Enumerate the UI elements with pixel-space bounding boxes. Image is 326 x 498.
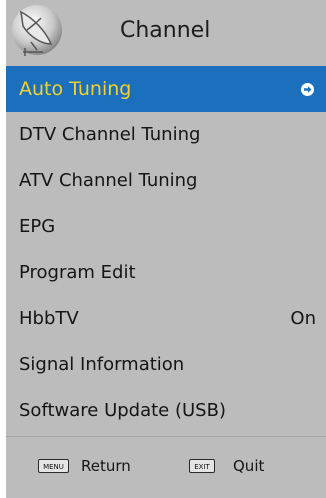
- menu-item-atv-channel-tuning[interactable]: ATV Channel Tuning: [6, 158, 326, 204]
- menu-footer: MENU Return EXIT Quit: [6, 437, 326, 498]
- satellite-dish-icon: [12, 5, 62, 56]
- quit-hint-label: Quit: [233, 457, 265, 475]
- menu-item-label: EPG: [19, 216, 56, 237]
- exit-key-icon: EXIT: [189, 459, 215, 473]
- menu-item-program-edit[interactable]: Program Edit: [6, 250, 326, 296]
- menu-item-label: HbbTV: [19, 308, 79, 329]
- menu-item-signal-information[interactable]: Signal Information: [6, 342, 326, 388]
- arrow-right-icon: [301, 83, 314, 96]
- menu-item-auto-tuning[interactable]: Auto Tuning: [6, 66, 326, 112]
- menu-item-label: Program Edit: [19, 262, 136, 283]
- menu-item-hbbtv[interactable]: HbbTV On: [6, 296, 326, 342]
- hbbtv-status-value: On: [290, 308, 316, 329]
- page-title: Channel: [120, 18, 211, 43]
- channel-menu-panel: Channel Auto Tuning DTV Channel Tuning A…: [6, 0, 326, 498]
- menu-item-label: Software Update (USB): [19, 400, 226, 421]
- menu-item-label: ATV Channel Tuning: [19, 170, 198, 191]
- menu-header: Channel: [6, 0, 326, 66]
- menu-item-software-update-usb[interactable]: Software Update (USB): [6, 388, 326, 434]
- channel-menu-list: Auto Tuning DTV Channel Tuning ATV Chann…: [6, 66, 326, 434]
- menu-item-label: DTV Channel Tuning: [19, 124, 201, 145]
- menu-key-icon: MENU: [38, 459, 69, 473]
- menu-item-label: Signal Information: [19, 354, 185, 375]
- menu-item-epg[interactable]: EPG: [6, 204, 326, 250]
- return-hint-label: Return: [81, 457, 131, 475]
- menu-item-dtv-channel-tuning[interactable]: DTV Channel Tuning: [6, 112, 326, 158]
- menu-item-label: Auto Tuning: [19, 78, 132, 100]
